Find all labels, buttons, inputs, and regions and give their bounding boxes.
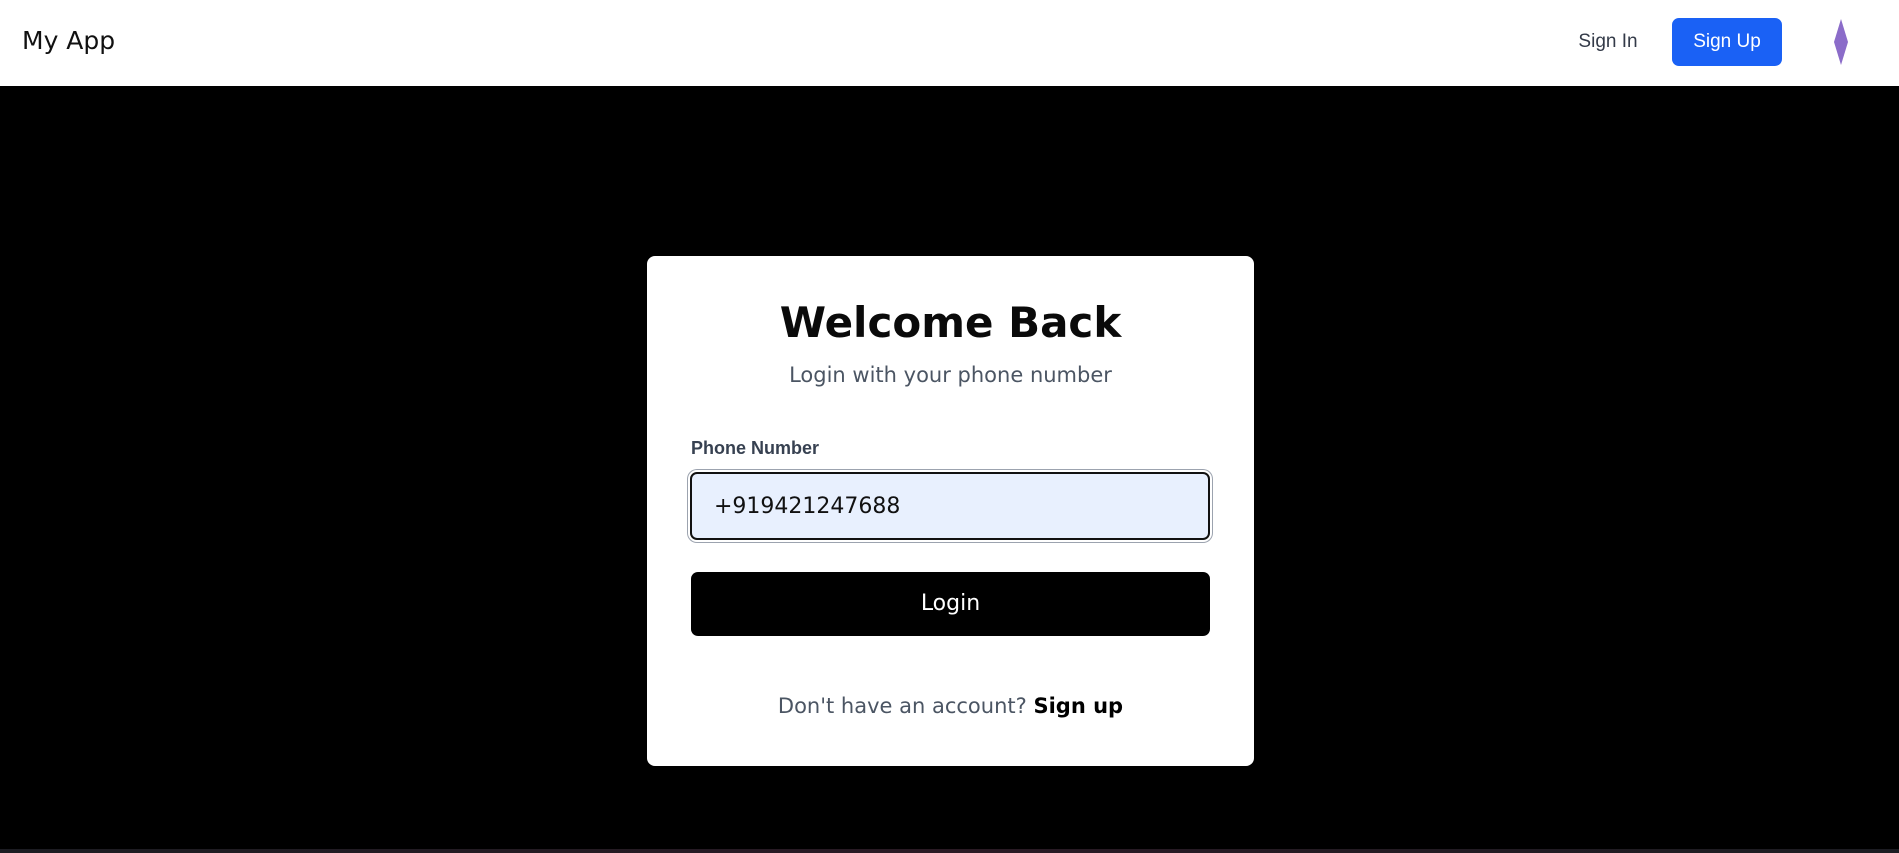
- signup-prompt: Don't have an account? Sign up: [647, 694, 1254, 718]
- signup-prompt-text: Don't have an account?: [777, 694, 1034, 718]
- bottom-edge: [0, 849, 1899, 853]
- app-brand[interactable]: My App: [22, 26, 115, 55]
- top-navbar: My App Sign In Sign Up: [0, 0, 1899, 86]
- page-subtitle: Login with your phone number: [789, 363, 1112, 387]
- page-title: Welcome Back: [779, 298, 1122, 347]
- login-button[interactable]: Login: [691, 572, 1210, 636]
- nav-sign-up-button[interactable]: Sign Up: [1672, 18, 1782, 66]
- login-card: Welcome Back Login with your phone numbe…: [647, 256, 1254, 766]
- diamond-logo-icon[interactable]: [1834, 19, 1848, 65]
- phone-number-input[interactable]: [690, 472, 1210, 540]
- sign-up-link[interactable]: Sign up: [1033, 694, 1123, 718]
- phone-number-label: Phone Number: [691, 438, 820, 458]
- nav-sign-in-link[interactable]: Sign In: [1562, 18, 1654, 66]
